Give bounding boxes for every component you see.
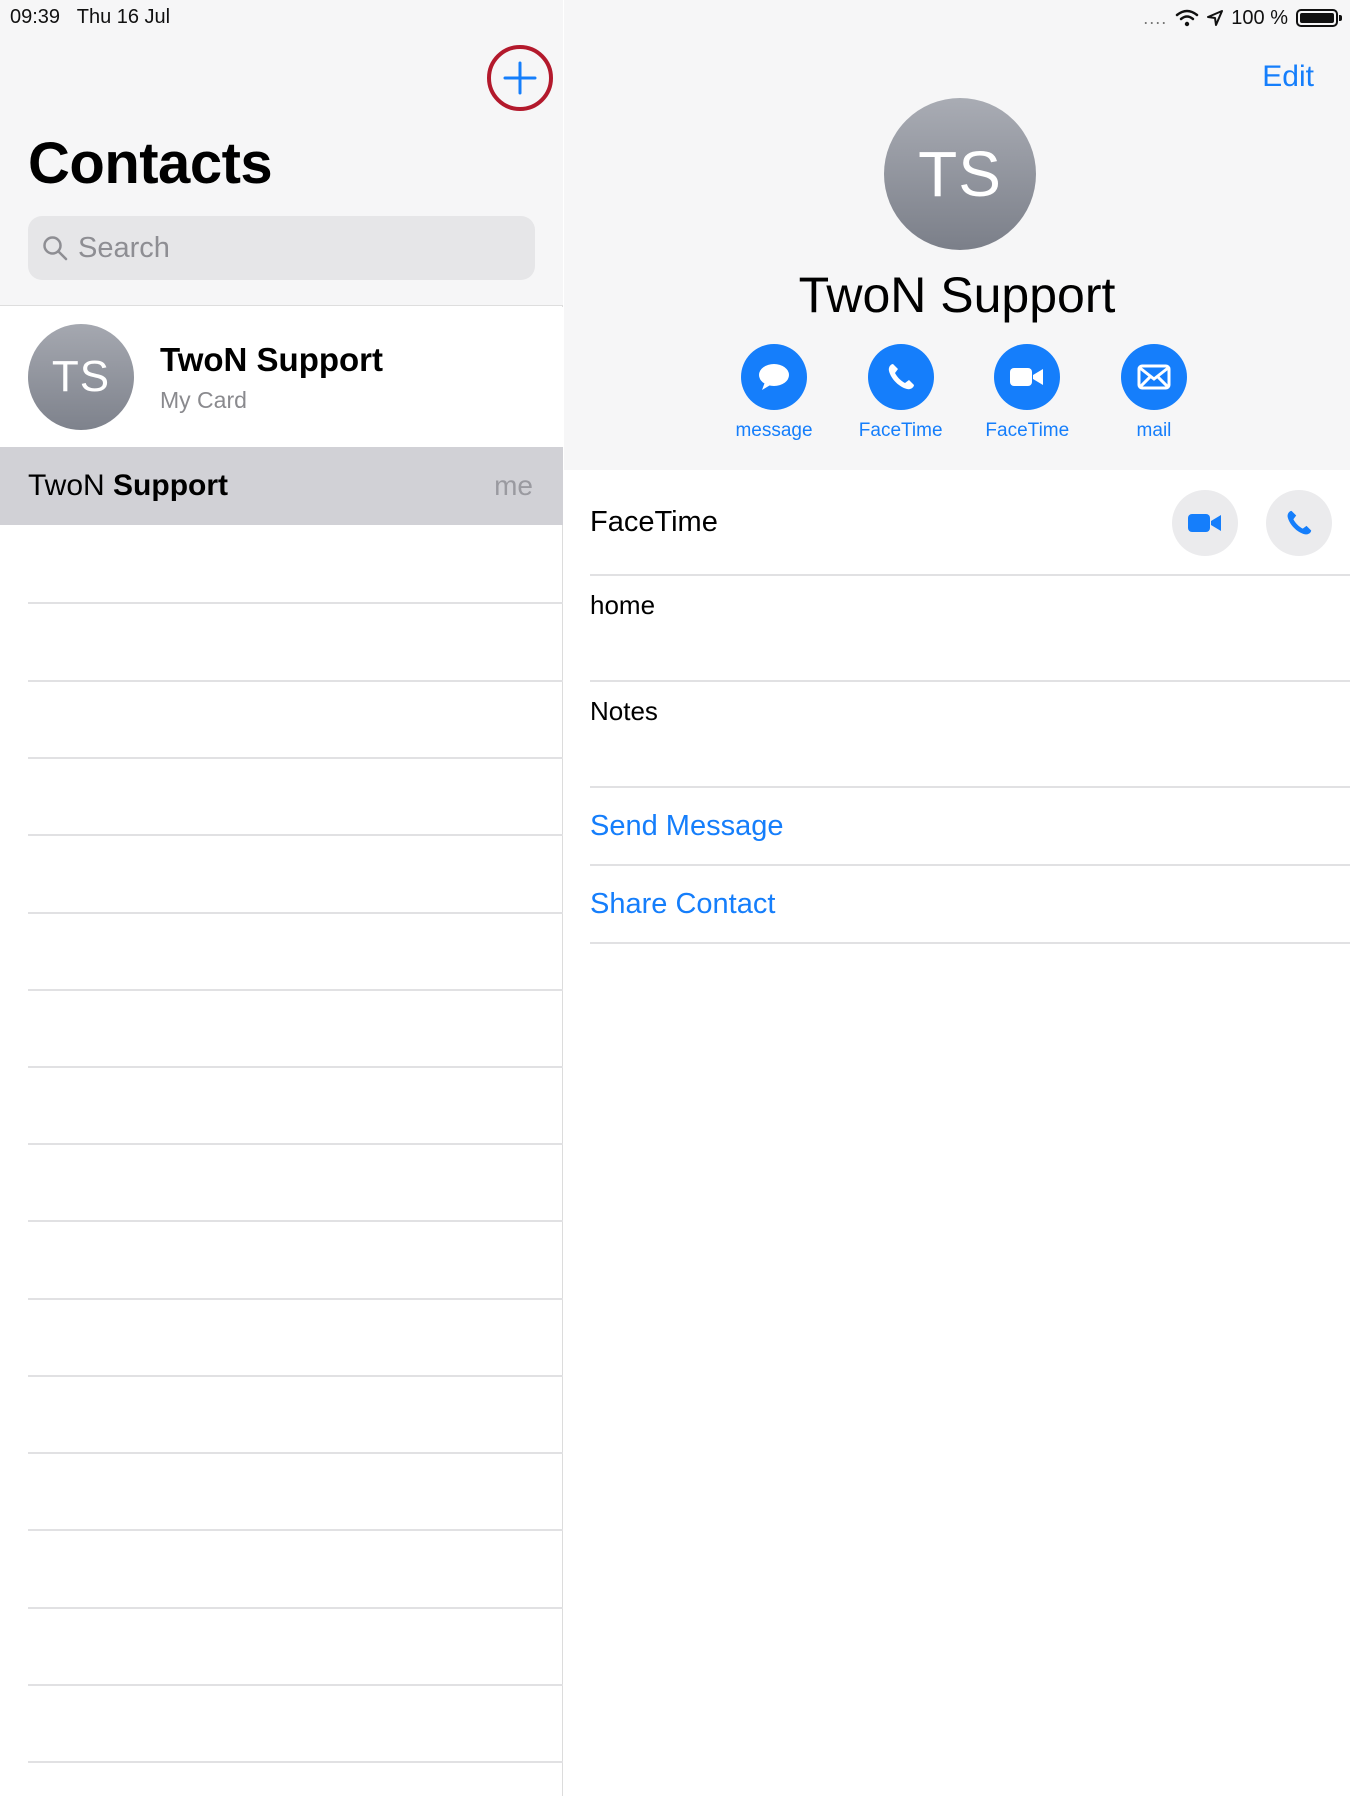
list-divider (28, 1684, 563, 1686)
battery-icon (1296, 9, 1342, 27)
facetime-audio-button[interactable] (1266, 490, 1332, 556)
contacts-header: 09:39 Thu 16 Jul Contacts Search (0, 0, 563, 306)
home-label: home (590, 590, 656, 620)
list-divider (28, 1066, 563, 1068)
list-divider (28, 1143, 563, 1145)
list-divider (28, 1298, 563, 1300)
list-divider (28, 602, 563, 604)
list-divider (28, 757, 563, 759)
action-label: message (735, 420, 813, 441)
facetime-label: FaceTime (590, 506, 718, 538)
plus-icon (503, 61, 537, 95)
video-camera-icon (1010, 368, 1044, 386)
action-label: FaceTime (858, 420, 943, 441)
envelope-icon (1137, 364, 1171, 390)
message-action-button[interactable]: message (724, 344, 824, 442)
phone-icon (888, 364, 914, 390)
contact-row-name: TwoN Support (28, 469, 229, 502)
contacts-list-pane: 09:39 Thu 16 Jul Contacts Search TS TwoN… (0, 0, 563, 1796)
quick-actions: message FaceTime FaceTime mail (724, 344, 1204, 442)
message-bubble-icon (759, 364, 789, 390)
mail-action-button[interactable]: mail (1104, 344, 1204, 442)
video-camera-icon (1188, 514, 1221, 532)
list-divider (28, 1452, 563, 1454)
list-divider (28, 680, 563, 682)
action-circle (1120, 344, 1187, 410)
contact-row-selected[interactable]: TwoN Support me (0, 447, 563, 525)
list-divider (28, 1375, 563, 1377)
edit-button[interactable]: Edit (1262, 60, 1314, 94)
list-divider (28, 1761, 563, 1763)
me-badge: me (494, 470, 533, 501)
facetime-video-button[interactable] (1172, 490, 1238, 556)
location-icon (1207, 10, 1224, 26)
status-time: 09:39 Thu 16 Jul (10, 6, 171, 28)
action-circle (994, 344, 1061, 410)
wifi-icon (1176, 9, 1199, 27)
facetime-audio-action-button[interactable]: FaceTime (851, 344, 951, 442)
add-contact-button[interactable] (487, 45, 553, 111)
status-bar-right: .... 100 % (1143, 6, 1342, 30)
contact-detail-pane: Edit TS TwoN Support message FaceTime Fa… (564, 0, 1350, 1796)
avatar: TS (28, 324, 134, 430)
list-divider (28, 1220, 563, 1222)
facetime-video-action-button[interactable]: FaceTime (977, 344, 1077, 442)
share-contact-button[interactable]: Share Contact (590, 866, 1350, 944)
share-contact-label: Share Contact (590, 888, 776, 920)
battery-percentage: 100 % (1231, 6, 1288, 29)
my-card[interactable]: TS TwoN Support My Card (0, 307, 563, 447)
search-input[interactable]: Search (28, 216, 535, 280)
my-card-name: TwoN Support (160, 341, 384, 378)
action-label: mail (1136, 420, 1172, 441)
list-divider (28, 1529, 563, 1531)
send-message-button[interactable]: Send Message (590, 788, 1350, 866)
my-card-subtitle: My Card (160, 387, 247, 413)
contact-name: TwoN Support (798, 267, 1116, 323)
notes-field[interactable]: Notes (590, 682, 1350, 788)
home-field[interactable]: home (590, 576, 1350, 682)
action-circle (741, 344, 807, 410)
list-divider (28, 834, 563, 836)
action-circle (867, 344, 934, 410)
battery-fill (1300, 13, 1334, 23)
action-label: FaceTime (985, 420, 1070, 441)
page-title: Contacts (28, 131, 273, 196)
list-divider (28, 989, 563, 991)
avatar: TS (884, 98, 1036, 250)
phone-icon (1287, 510, 1312, 535)
search-icon (43, 236, 68, 261)
facetime-row: FaceTime (590, 470, 1350, 576)
signal-indicator: .... (1143, 7, 1168, 28)
list-divider (28, 912, 563, 914)
send-message-label: Send Message (590, 810, 784, 842)
notes-label: Notes (590, 696, 658, 726)
list-divider (28, 1607, 563, 1609)
contact-detail-header: Edit TS TwoN Support message FaceTime Fa… (564, 0, 1350, 470)
search-placeholder: Search (78, 231, 170, 264)
